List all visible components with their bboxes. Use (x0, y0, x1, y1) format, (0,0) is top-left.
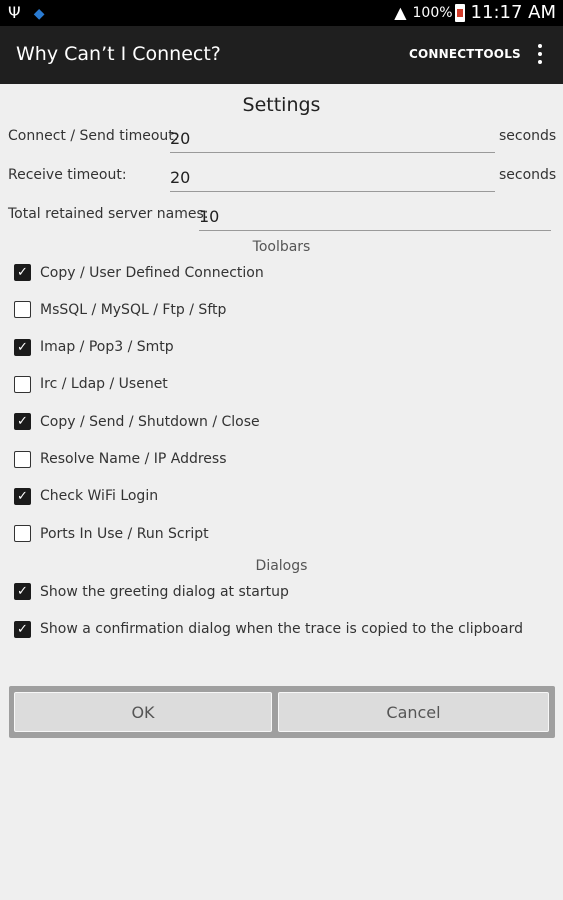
battery-percent: 100% (412, 4, 453, 21)
ok-button[interactable]: OK (14, 692, 272, 732)
connect-action[interactable]: CONNECT (409, 47, 475, 61)
checkbox-checked-icon[interactable]: ✓ (14, 413, 31, 431)
toolbar-checkbox-row[interactable]: ✓ Copy / User Defined Connection (14, 264, 264, 281)
toolbar-checkbox-label: Ports In Use / Run Script (40, 525, 209, 542)
settings-title: Settings (242, 94, 321, 116)
overflow-menu-icon[interactable] (533, 40, 547, 68)
retained-names-input[interactable] (199, 202, 551, 231)
connect-timeout-input[interactable] (170, 124, 495, 153)
battery-icon (454, 3, 465, 22)
dialog-checkbox-row[interactable]: ✓ Show the greeting dialog at startup (14, 583, 289, 600)
wifi-icon: ◆ (33, 6, 45, 22)
checkbox-unchecked-icon[interactable] (14, 301, 31, 319)
toolbar-checkbox-row[interactable]: Irc / Ldap / Usenet (14, 375, 168, 393)
toolbar-checkbox-label: Copy / User Defined Connection (40, 264, 264, 281)
checkbox-checked-icon[interactable]: ✓ (14, 620, 31, 638)
toolbar-checkbox-label: Check WiFi Login (40, 488, 159, 505)
checkbox-checked-icon[interactable]: ✓ (14, 487, 31, 505)
receive-timeout-unit: seconds (499, 167, 557, 183)
toolbar-checkbox-row[interactable]: Ports In Use / Run Script (14, 525, 209, 543)
toolbar-checkbox-label: Copy / Send / Shutdown / Close (40, 413, 260, 430)
toolbar-checkbox-row[interactable]: MsSQL / MySQL / Ftp / Sftp (14, 301, 227, 319)
toolbar-checkbox-label: Irc / Ldap / Usenet (40, 376, 168, 393)
checkbox-unchecked-icon[interactable] (14, 450, 31, 468)
toolbar-checkbox-row[interactable]: Resolve Name / IP Address (14, 450, 227, 468)
dialog-checkbox-label: Show the greeting dialog at startup (40, 583, 289, 600)
status-bar: Ψ ◆ ▲ 100% 11:17 AM (0, 0, 563, 26)
toolbar-checkbox-label: Resolve Name / IP Address (40, 451, 227, 467)
checkbox-unchecked-icon[interactable] (14, 375, 31, 393)
toolbar-checkbox-row[interactable]: ✓ Imap / Pop3 / Smtp (14, 338, 174, 356)
receive-timeout-label: Receive timeout: (8, 167, 127, 183)
checkbox-checked-icon[interactable]: ✓ (14, 264, 31, 281)
checkbox-unchecked-icon[interactable] (14, 525, 31, 543)
toolbar-checkbox-row[interactable]: ✓ Copy / Send / Shutdown / Close (14, 413, 260, 431)
cancel-button[interactable]: Cancel (278, 692, 549, 732)
action-bar: Why Can’t I Connect? CONNECT TOOLS (0, 26, 563, 84)
receive-timeout-input[interactable] (170, 163, 495, 192)
toolbar-checkbox-row[interactable]: ✓ Check WiFi Login (14, 487, 159, 505)
dialog-checkbox-row[interactable]: ✓ Show a confirmation dialog when the tra… (14, 620, 523, 638)
toolbar-checkbox-label: Imap / Pop3 / Smtp (40, 339, 174, 356)
toolbars-heading: Toolbars (252, 239, 311, 255)
tools-action[interactable]: TOOLS (475, 47, 521, 61)
dialog-checkbox-label: Show a confirmation dialog when the trac… (40, 621, 523, 637)
clock: 11:17 AM (470, 2, 556, 23)
app-title: Why Can’t I Connect? (16, 43, 221, 65)
toolbar-checkbox-label: MsSQL / MySQL / Ftp / Sftp (40, 301, 227, 318)
signal-icon: ▲ (394, 3, 407, 22)
connect-timeout-unit: seconds (499, 128, 557, 144)
connect-timeout-label: Connect / Send timeout: (8, 128, 179, 144)
dialogs-heading: Dialogs (255, 558, 308, 574)
checkbox-checked-icon[interactable]: ✓ (14, 338, 31, 356)
retained-names-label: Total retained server names: (8, 206, 209, 222)
checkbox-checked-icon[interactable]: ✓ (14, 583, 31, 600)
usb-icon: Ψ (8, 3, 21, 22)
